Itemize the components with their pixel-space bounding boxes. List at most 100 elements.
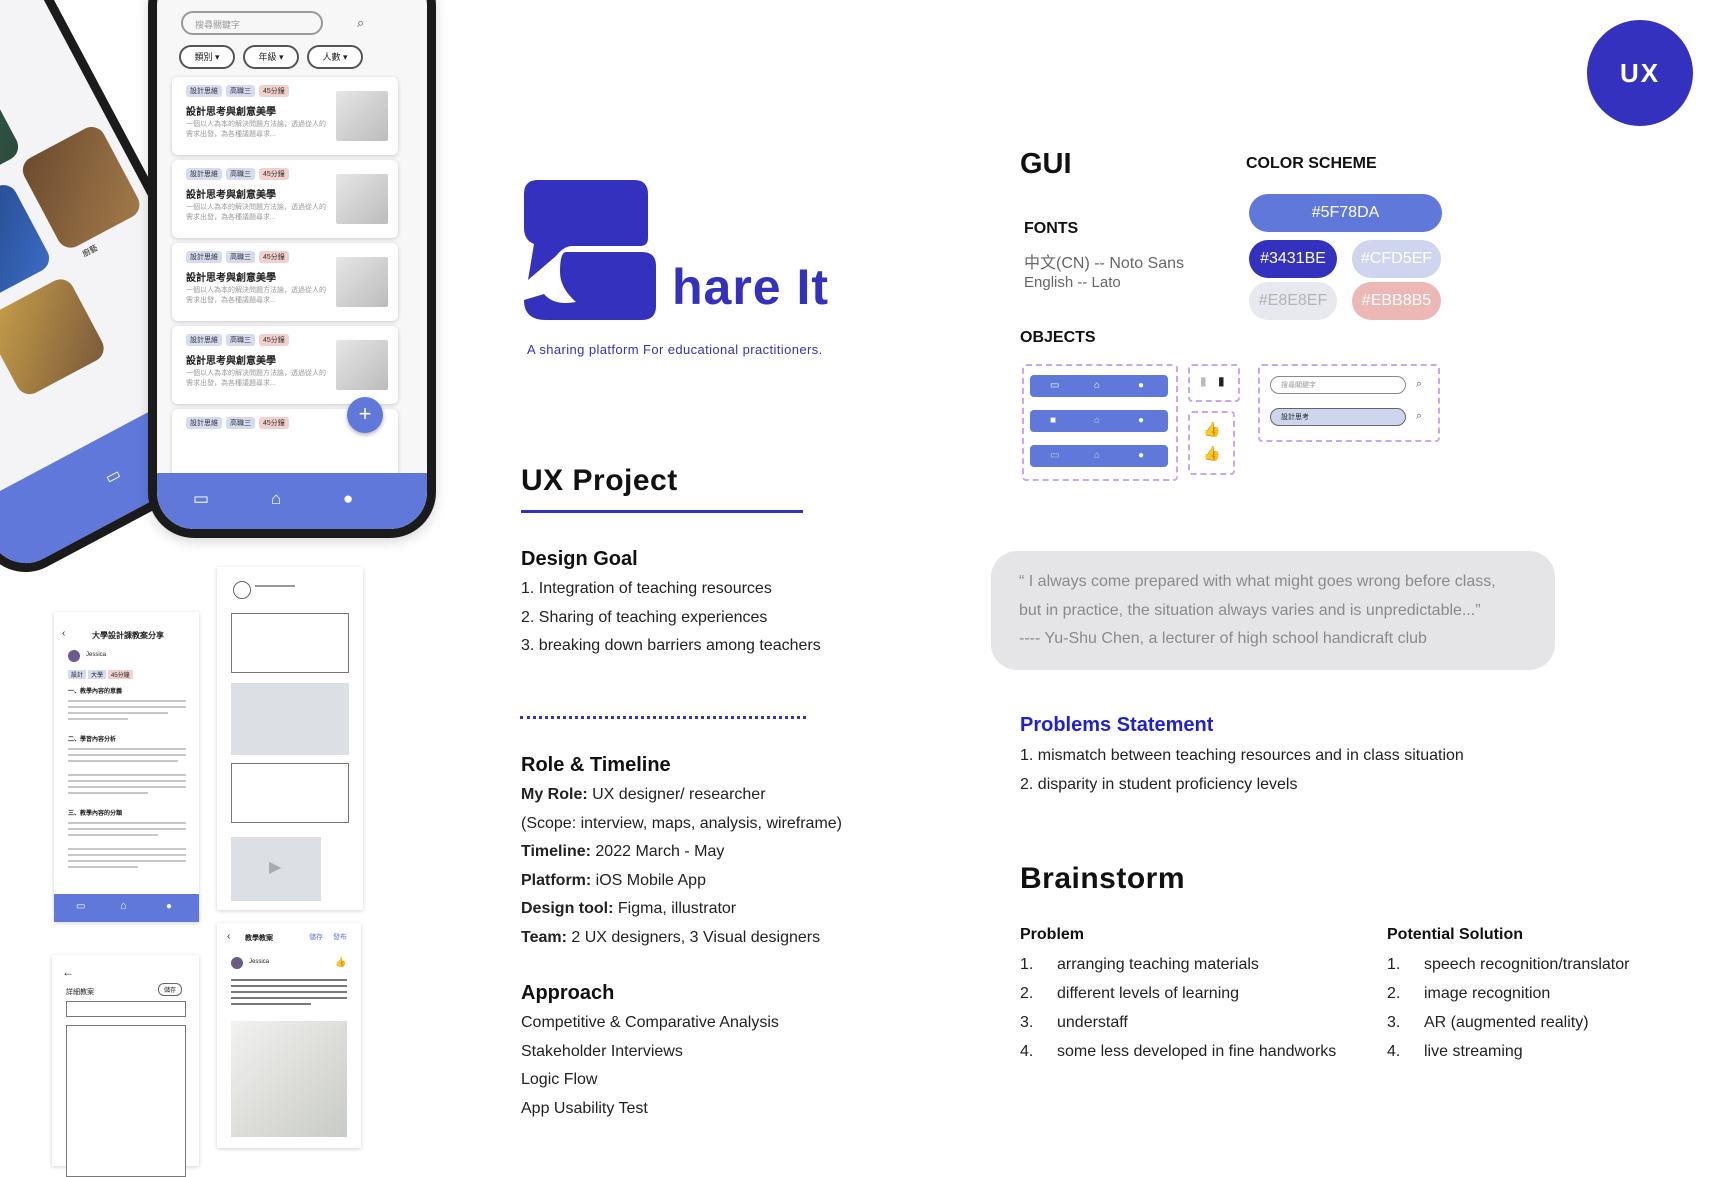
post-save[interactable]: 儲存 xyxy=(309,932,323,942)
tag: 設計思維 xyxy=(186,85,222,97)
nav-variant-home: ▭ ⌂ ● xyxy=(1030,375,1168,397)
font-cn: 中文(CN) -- Noto Sans xyxy=(1024,255,1185,272)
tag: 設計思維 xyxy=(186,168,222,180)
role-label: Platform: xyxy=(521,871,592,889)
quote-line: but in practice, the situation always va… xyxy=(1019,601,1481,619)
object-search-filled: 設計思考 xyxy=(1270,408,1406,426)
object-search-empty: 搜尋關鍵字 xyxy=(1270,376,1406,394)
problem-text: some less developed in fine handworks xyxy=(1057,1043,1337,1060)
object-like: 👍 👍 xyxy=(1188,411,1235,475)
card-image xyxy=(336,257,388,307)
edit-save-button[interactable]: 儲存 xyxy=(158,983,183,996)
card-image xyxy=(336,340,388,390)
approach-list: Competitive & Comparative Analysis Stake… xyxy=(521,1009,779,1123)
problems-list: 1. mismatch between teaching resources a… xyxy=(1020,742,1464,799)
search-icon[interactable]: ⌕ xyxy=(357,15,364,31)
like-icon[interactable]: 👍 xyxy=(335,957,346,968)
design-goal-item: 1. Integration of teaching resources xyxy=(521,580,772,597)
brainstorm-title: Brainstorm xyxy=(1020,862,1186,895)
chat-icon: ▭ xyxy=(1050,450,1060,461)
problem-heading: Problem xyxy=(1020,926,1085,943)
lesson-card[interactable]: 設計思維 高職三 45分鐘 設計思考與創意美學 一個以人為本的解決問題方法論，透過從… xyxy=(172,326,398,404)
object-bookmark: ▮ ▮ xyxy=(1188,364,1240,402)
role-value: iOS Mobile App xyxy=(591,871,706,889)
solution-row: 2. image recognition xyxy=(1387,979,1629,1008)
solution-num: 4. xyxy=(1387,1043,1401,1060)
detail-tag: 大學 xyxy=(88,670,107,679)
lesson-card[interactable]: 設計思維 高職三 45分鐘 設計思考與創意美學 一個以人為本的解決問題方法論，透過從… xyxy=(172,160,398,238)
problem-num: 4. xyxy=(1020,1043,1034,1060)
swatch-primary: #5F78DA xyxy=(1249,194,1442,232)
phone-mockup-front: 搜尋關鍵字 ⌕ 類別 ▾ 年級 ▾ 人數 ▾ 設計思維 高職三 45分鐘 設計思考與… xyxy=(148,0,436,538)
card-image xyxy=(336,174,388,224)
skeleton-text-block xyxy=(231,763,349,823)
object-nav-variants: ▭ ⌂ ● ■ ⌂ ● ▭ ⌂ ● xyxy=(1022,364,1178,481)
role-row: My Role: UX designer/ researcher xyxy=(521,781,842,810)
role-value: 2022 March - May xyxy=(590,843,725,860)
bottom-nav: ▭ ⌂ ● xyxy=(157,473,427,529)
approach-heading: Approach xyxy=(521,982,615,1004)
back-icon[interactable]: ‹ xyxy=(227,931,230,942)
play-icon[interactable]: ▶ xyxy=(269,857,281,877)
solution-num: 3. xyxy=(1387,1014,1401,1031)
problems-heading: Problems Statement xyxy=(1020,714,1214,736)
role-label: My Role: xyxy=(521,786,588,803)
profile-icon[interactable]: ● xyxy=(343,489,353,509)
chat-icon: ▭ xyxy=(1050,380,1060,391)
home-icon[interactable]: ⌂ xyxy=(120,900,127,912)
search-input[interactable]: 搜尋關鍵字 xyxy=(181,11,323,35)
role-heading: Role & Timeline xyxy=(521,754,671,776)
role-value: UX designer/ researcher xyxy=(587,786,766,803)
add-button[interactable]: + xyxy=(347,397,383,433)
thumb-cartoon xyxy=(0,274,109,400)
approach-item: Logic Flow xyxy=(521,1071,598,1088)
problem-item: 1. mismatch between teaching resources a… xyxy=(1020,747,1464,764)
role-row: Team: 2 UX designers, 3 Visual designers xyxy=(521,924,842,953)
detail-tag: 45分鐘 xyxy=(108,670,133,679)
bookmark-outline-icon: ▮ xyxy=(1200,374,1207,388)
detail-section: 一、教學內容的意義 xyxy=(68,689,123,695)
post-image-whiteboard xyxy=(231,1021,347,1137)
ux-badge-label: UX xyxy=(1619,58,1661,88)
profile-icon[interactable]: ● xyxy=(166,901,172,912)
profile-icon: ● xyxy=(1138,380,1145,391)
home-icon[interactable]: ⌂ xyxy=(271,489,281,509)
edit-content-field[interactable] xyxy=(66,1025,186,1177)
filter-people[interactable]: 人數 ▾ xyxy=(307,45,363,69)
lesson-card[interactable]: 設計思維 高職三 45分鐘 設計思考與創意美學 一個以人為本的解決問題方法論，透過從… xyxy=(172,77,398,155)
filter-category[interactable]: 類別 ▾ xyxy=(179,45,235,69)
detail-bottom-nav: ▭ ⌂ ● xyxy=(54,894,199,922)
back-icon[interactable]: ← xyxy=(62,965,74,979)
problem-text: different levels of learning xyxy=(1057,985,1240,1002)
swatch-light-gray: #E8E8EF xyxy=(1249,282,1337,320)
chat-icon[interactable]: ▭ xyxy=(193,489,209,509)
solution-num: 1. xyxy=(1387,956,1401,973)
nav-variant-chat: ■ ⌂ ● xyxy=(1030,410,1168,432)
tag: 高職三 xyxy=(226,334,255,346)
ux-badge: UX xyxy=(1587,20,1693,126)
chat-icon[interactable]: ▭ xyxy=(76,901,85,912)
post-publish[interactable]: 發布 xyxy=(333,932,347,942)
edit-title-field[interactable] xyxy=(66,1001,186,1017)
filter-grade[interactable]: 年級 ▾ xyxy=(243,45,299,69)
search-icon: ⌕ xyxy=(1416,410,1423,422)
role-row: (Scope: interview, maps, analysis, wiref… xyxy=(521,810,842,839)
card-desc: 一個以人為本的解決問題方法論，透過從人的需求出發，為各種議題尋求... xyxy=(186,121,326,138)
thumb-chalkboard xyxy=(0,71,24,195)
chat-icon[interactable]: ▭ xyxy=(102,464,125,489)
lesson-card[interactable]: 設計思維 高職三 45分鐘 設計思考與創意美學 一個以人為本的解決問題方法論，透過從… xyxy=(172,243,398,321)
quote-line: ---- Yu-Shu Chen, a lecturer of high sch… xyxy=(1019,630,1427,647)
solution-text: image recognition xyxy=(1424,985,1551,1002)
approach-item: Competitive & Comparative Analysis xyxy=(521,1014,779,1031)
problem-row: 3. understaff xyxy=(1020,1008,1336,1037)
problem-text: arranging teaching materials xyxy=(1057,956,1259,973)
profile-icon: ● xyxy=(1138,450,1145,461)
approach-item: Stakeholder Interviews xyxy=(521,1042,683,1060)
back-label-cooking: 廚藝 xyxy=(80,243,100,259)
design-goal-heading: Design Goal xyxy=(521,548,638,570)
card-desc: 一個以人為本的解決問題方法論，透過從人的需求出發，為各種議題尋求... xyxy=(186,204,326,221)
design-goal-item: 2. Sharing of teaching experiences xyxy=(521,608,768,626)
search-icon: ⌕ xyxy=(1416,378,1423,390)
back-icon[interactable]: ‹ xyxy=(62,628,65,639)
tag: 高職三 xyxy=(226,251,255,263)
